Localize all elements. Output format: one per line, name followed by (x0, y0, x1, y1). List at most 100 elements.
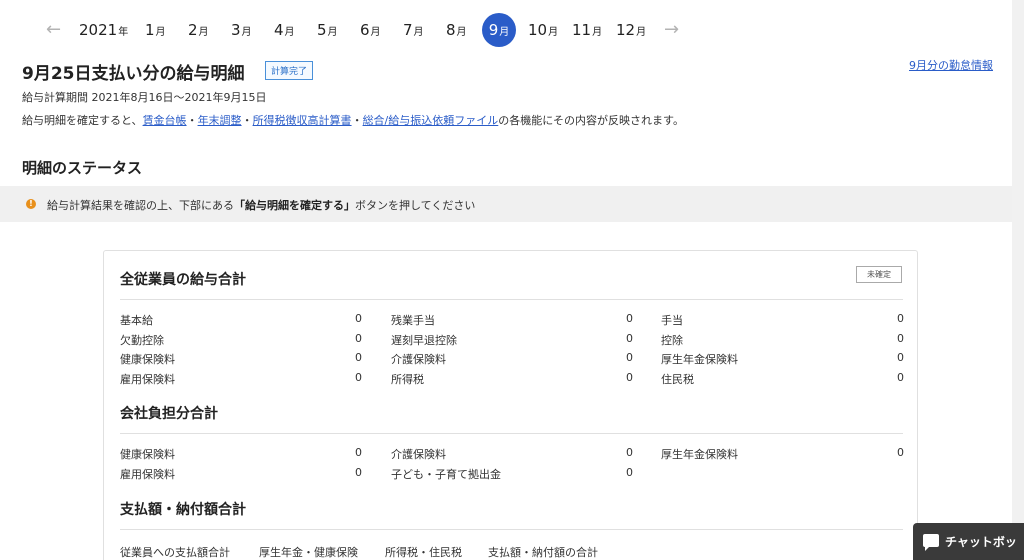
month-suffix: 月 (198, 27, 209, 38)
divider (120, 529, 903, 530)
payment-column-header: 所得税・住民税 (385, 546, 462, 559)
month-suffix: 月 (592, 27, 603, 38)
row-value: 0 (626, 351, 633, 364)
row-label: 手当 (661, 314, 683, 327)
row-value: 0 (626, 371, 633, 384)
row-label: 介護保険料 (391, 448, 446, 461)
month-tab-3[interactable]: 3月 (231, 13, 252, 47)
wage-ledger-link[interactable]: 賃金台帳 (143, 114, 187, 127)
month-tab-9-active[interactable]: 9月 (482, 13, 516, 47)
row-label: 雇用保険料 (120, 373, 175, 386)
row-value: 0 (897, 371, 904, 384)
pay-period: 給与計算期間 2021年8月16日〜2021年9月15日 (22, 91, 267, 104)
row-label: 厚生年金保険料 (661, 448, 738, 461)
row-value: 0 (355, 312, 362, 325)
month-number: 3 (231, 21, 241, 39)
notice-suffix: の各機能にその内容が反映されます。 (498, 114, 684, 127)
month-suffix: 月 (241, 27, 252, 38)
year-selector[interactable]: 2021年 (79, 13, 128, 47)
alert-prefix: 給与計算結果を確認の上、下部にある (47, 199, 234, 212)
month-suffix: 月 (370, 27, 381, 38)
month-number: 4 (274, 21, 284, 39)
row-value: 0 (897, 332, 904, 345)
row-value: 0 (897, 351, 904, 364)
payment-column-header: 従業員への支払額合計 (120, 546, 230, 559)
row-value: 0 (355, 371, 362, 384)
row-label: 子ども・子育て拠出金 (391, 468, 501, 481)
confirm-notice: 給与明細を確定すると、賃金台帳・年末調整・所得税徴収高計算書・総合/給与振込依頼… (22, 112, 684, 128)
month-tab-8[interactable]: 8月 (446, 13, 467, 47)
status-alert: ! 給与計算結果を確認の上、下部にある「給与明細を確定する」ボタンを押してくださ… (0, 186, 1012, 222)
month-suffix: 月 (456, 27, 467, 38)
month-suffix: 月 (284, 27, 295, 38)
month-number: 6 (360, 21, 370, 39)
row-value: 0 (626, 332, 633, 345)
unconfirmed-badge: 未確定 (856, 266, 902, 283)
month-number: 7 (403, 21, 413, 39)
row-label: 所得税 (391, 373, 424, 386)
month-tab-4[interactable]: 4月 (274, 13, 295, 47)
row-value: 0 (897, 312, 904, 325)
row-value: 0 (626, 312, 633, 325)
chatbot-button[interactable]: チャットボッ (913, 523, 1024, 560)
income-tax-report-link[interactable]: 所得税徴収高計算書 (253, 114, 352, 127)
info-icon: ! (26, 199, 36, 209)
month-number: 9 (488, 21, 499, 39)
month-number: 8 (446, 21, 456, 39)
month-tab-7[interactable]: 7月 (403, 13, 424, 47)
month-tab-2[interactable]: 2月 (188, 13, 209, 47)
page-title: 9月25日支払い分の給与明細 (22, 64, 245, 84)
separator: ・ (351, 114, 363, 127)
alert-suffix: ボタンを押してください (355, 199, 476, 212)
main-page: ← 2021年 1月 2月 3月 4月 5月 6月 7月 8月 9月 10月 1… (0, 0, 1012, 560)
month-suffix: 月 (548, 27, 559, 38)
row-value: 0 (355, 466, 362, 479)
year-end-adjustment-link[interactable]: 年末調整 (198, 114, 242, 127)
chat-bubble-icon (923, 534, 939, 551)
row-value: 0 (355, 351, 362, 364)
row-value: 0 (355, 332, 362, 345)
month-suffix: 月 (413, 27, 424, 38)
row-label: 健康保険料 (120, 353, 175, 366)
company-burden-title: 会社負担分合計 (120, 406, 218, 422)
arrow-right-icon[interactable]: → (664, 13, 679, 47)
status-badge: 計算完了 (265, 61, 314, 80)
payment-column-header: 支払額・納付額の合計 (488, 546, 598, 559)
vertical-scrollbar[interactable] (1012, 0, 1024, 560)
month-tab-5[interactable]: 5月 (317, 13, 338, 47)
month-suffix: 月 (327, 27, 338, 38)
month-suffix: 月 (499, 27, 510, 38)
month-tab-12[interactable]: 12月 (616, 13, 646, 47)
month-suffix: 月 (155, 27, 166, 38)
transfer-file-link[interactable]: 総合/給与振込依頼ファイル (363, 114, 499, 127)
month-number: 1 (145, 21, 155, 39)
month-number: 11 (572, 21, 592, 39)
status-section-title: 明細のステータス (22, 159, 143, 177)
row-label: 控除 (661, 334, 683, 347)
month-number: 5 (317, 21, 327, 39)
row-label: 残業手当 (391, 314, 435, 327)
month-tab-11[interactable]: 11月 (572, 13, 602, 47)
chatbot-label: チャットボッ (945, 535, 1017, 549)
separator: ・ (241, 114, 253, 127)
divider (120, 299, 903, 300)
month-number: 2 (188, 21, 198, 39)
arrow-left-icon[interactable]: ← (46, 13, 61, 47)
month-suffix: 月 (636, 27, 647, 38)
month-tab-10[interactable]: 10月 (528, 13, 558, 47)
alert-button-name: 「給与明細を確定する」 (234, 199, 355, 212)
year-suffix: 年 (118, 27, 129, 38)
month-number: 10 (528, 21, 548, 39)
row-label: 健康保険料 (120, 448, 175, 461)
attendance-info-link[interactable]: 9月分の勤怠情報 (909, 57, 993, 73)
payment-total-title: 支払額・納付額合計 (120, 502, 246, 518)
month-tab-1[interactable]: 1月 (145, 13, 166, 47)
payroll-summary-card: 全従業員の給与合計 未確定 基本給 0 残業手当 0 手当 0 欠勤控除 0 遅… (103, 250, 918, 560)
year-value: 2021 (79, 21, 118, 39)
notice-prefix: 給与明細を確定すると、 (22, 114, 143, 127)
month-number: 12 (616, 21, 636, 39)
month-tab-6[interactable]: 6月 (360, 13, 381, 47)
row-label: 遅刻早退控除 (391, 334, 457, 347)
row-value: 0 (626, 466, 633, 479)
row-label: 介護保険料 (391, 353, 446, 366)
